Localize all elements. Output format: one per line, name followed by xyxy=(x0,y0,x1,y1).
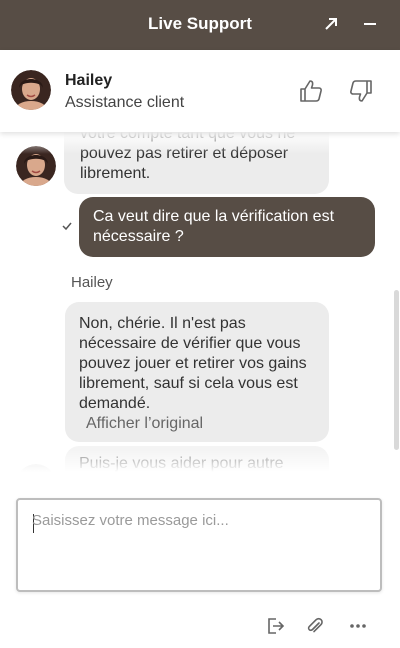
message-line: votre compte tant que vous ne xyxy=(80,132,296,142)
agent-name: Hailey xyxy=(65,72,113,89)
paperclip-icon[interactable] xyxy=(303,614,327,638)
message-sender: Hailey xyxy=(71,274,113,291)
title-bar: Live Support xyxy=(0,0,400,50)
agent-avatar xyxy=(11,70,51,110)
message-line: librement. xyxy=(80,165,151,182)
message-line: pouvez pas retirer et déposer xyxy=(80,145,289,162)
message-text: Non, chérie. Il n'est pas nécessaire de … xyxy=(79,315,307,412)
message-composer[interactable] xyxy=(16,498,382,592)
user-message: Ca veut dire que la vérification est néc… xyxy=(79,197,375,257)
agent-avatar xyxy=(16,464,56,472)
agent-message: Puis-je vous aider pour autre xyxy=(65,446,329,472)
show-original-link[interactable]: Afficher l’original xyxy=(79,414,315,434)
agent-header: Hailey Assistance client xyxy=(0,50,400,132)
exit-icon[interactable] xyxy=(263,614,287,638)
check-icon xyxy=(62,220,72,234)
minimize-icon[interactable] xyxy=(359,13,381,35)
message-list[interactable]: votre compte tant que vous ne pouvez pas… xyxy=(0,132,400,472)
arrow-up-right-icon[interactable] xyxy=(320,13,342,35)
agent-message: Non, chérie. Il n'est pas nécessaire de … xyxy=(65,302,329,442)
scrollbar[interactable] xyxy=(394,290,399,450)
more-dots-icon[interactable] xyxy=(346,614,370,638)
agent-role: Assistance client xyxy=(65,94,185,111)
thumbs-up-icon[interactable] xyxy=(298,78,324,104)
agent-avatar xyxy=(16,146,56,186)
message-input[interactable] xyxy=(32,512,362,578)
agent-message: votre compte tant que vous ne pouvez pas… xyxy=(64,132,329,194)
thumbs-down-icon[interactable] xyxy=(348,78,374,104)
